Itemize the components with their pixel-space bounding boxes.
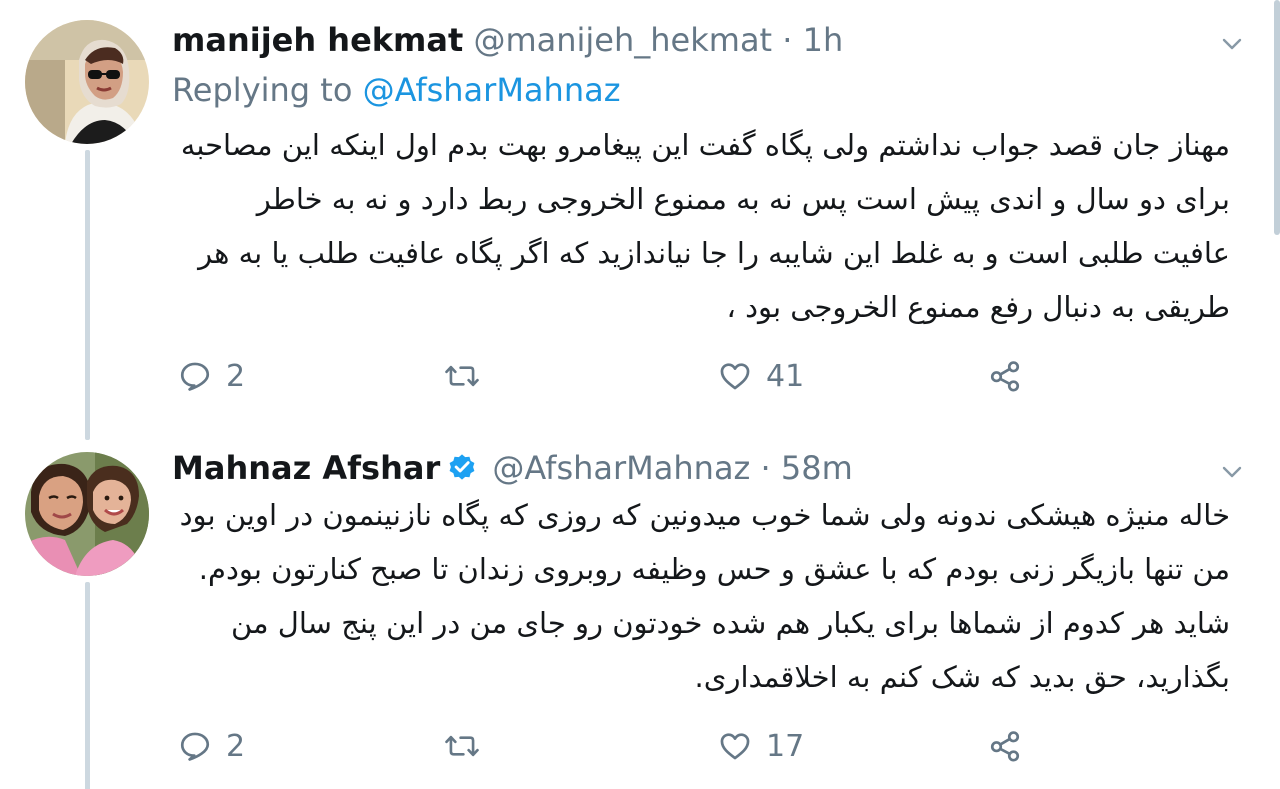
tweet[interactable]: Mahnaz Afshar @AfsharMahnaz · 58m خاله م… [0, 430, 1280, 789]
share-button[interactable] [988, 726, 1022, 766]
reply-count: 2 [226, 728, 246, 764]
reply-icon [180, 362, 210, 391]
replying-to: Replying to @AfsharMahnaz [172, 70, 621, 110]
tweet-text: مهناز جان قصد جواب نداشتم ولی پگاه گفت ا… [180, 128, 1230, 324]
reply-icon [180, 732, 210, 761]
retweet-button[interactable] [444, 726, 494, 766]
separator-dot: · [782, 21, 793, 59]
tweet-actions: 2 41 [172, 356, 1072, 396]
tweet-header: manijeh hekmat @manijeh_hekmat · 1h [172, 20, 1220, 60]
like-count: 41 [766, 358, 805, 394]
thread-line [85, 150, 90, 440]
retweet-icon [445, 735, 479, 757]
retweet-button[interactable] [444, 356, 494, 396]
separator-dot: · [760, 449, 771, 487]
tweet[interactable]: manijeh hekmat @manijeh_hekmat · 1h Repl… [0, 0, 1280, 440]
avatar[interactable] [25, 20, 149, 144]
reply-count: 2 [226, 358, 246, 394]
user-handle[interactable]: @manijeh_hekmat [473, 21, 772, 59]
thread-line [85, 582, 90, 789]
woman-and-child-avatar-icon [25, 452, 149, 576]
replying-to-handle[interactable]: @AfsharMahnaz [363, 71, 621, 109]
like-icon [720, 733, 750, 760]
tweet-thread: manijeh hekmat @manijeh_hekmat · 1h Repl… [0, 0, 1280, 789]
chevron-down-icon[interactable] [1220, 460, 1244, 484]
share-icon [990, 361, 1020, 392]
retweet-icon [445, 365, 479, 387]
replying-to-label: Replying to [172, 71, 353, 109]
woman-sunglasses-headscarf-avatar-icon [25, 20, 149, 144]
reply-button[interactable]: 2 [178, 356, 245, 396]
share-button[interactable] [988, 356, 1022, 396]
display-name[interactable]: Mahnaz Afshar [172, 449, 440, 487]
timestamp[interactable]: 58m [781, 449, 853, 487]
display-name[interactable]: manijeh hekmat [172, 21, 463, 59]
like-button[interactable]: 17 [718, 726, 804, 766]
share-icon [990, 731, 1020, 762]
tweet-header: Mahnaz Afshar @AfsharMahnaz · 58m [172, 448, 1220, 488]
like-count: 17 [766, 728, 805, 764]
tweet-text: خاله منیژه هیشکی ندونه ولی شما خوب میدون… [179, 498, 1230, 694]
tweet-actions: 2 17 [172, 726, 1072, 766]
verified-badge-icon [449, 454, 475, 480]
like-icon [720, 363, 750, 390]
user-handle[interactable]: @AfsharMahnaz [492, 449, 750, 487]
avatar[interactable] [25, 452, 149, 576]
timestamp[interactable]: 1h [803, 21, 844, 59]
reply-button[interactable]: 2 [178, 726, 245, 766]
chevron-down-icon[interactable] [1220, 32, 1244, 56]
like-button[interactable]: 41 [718, 356, 804, 396]
